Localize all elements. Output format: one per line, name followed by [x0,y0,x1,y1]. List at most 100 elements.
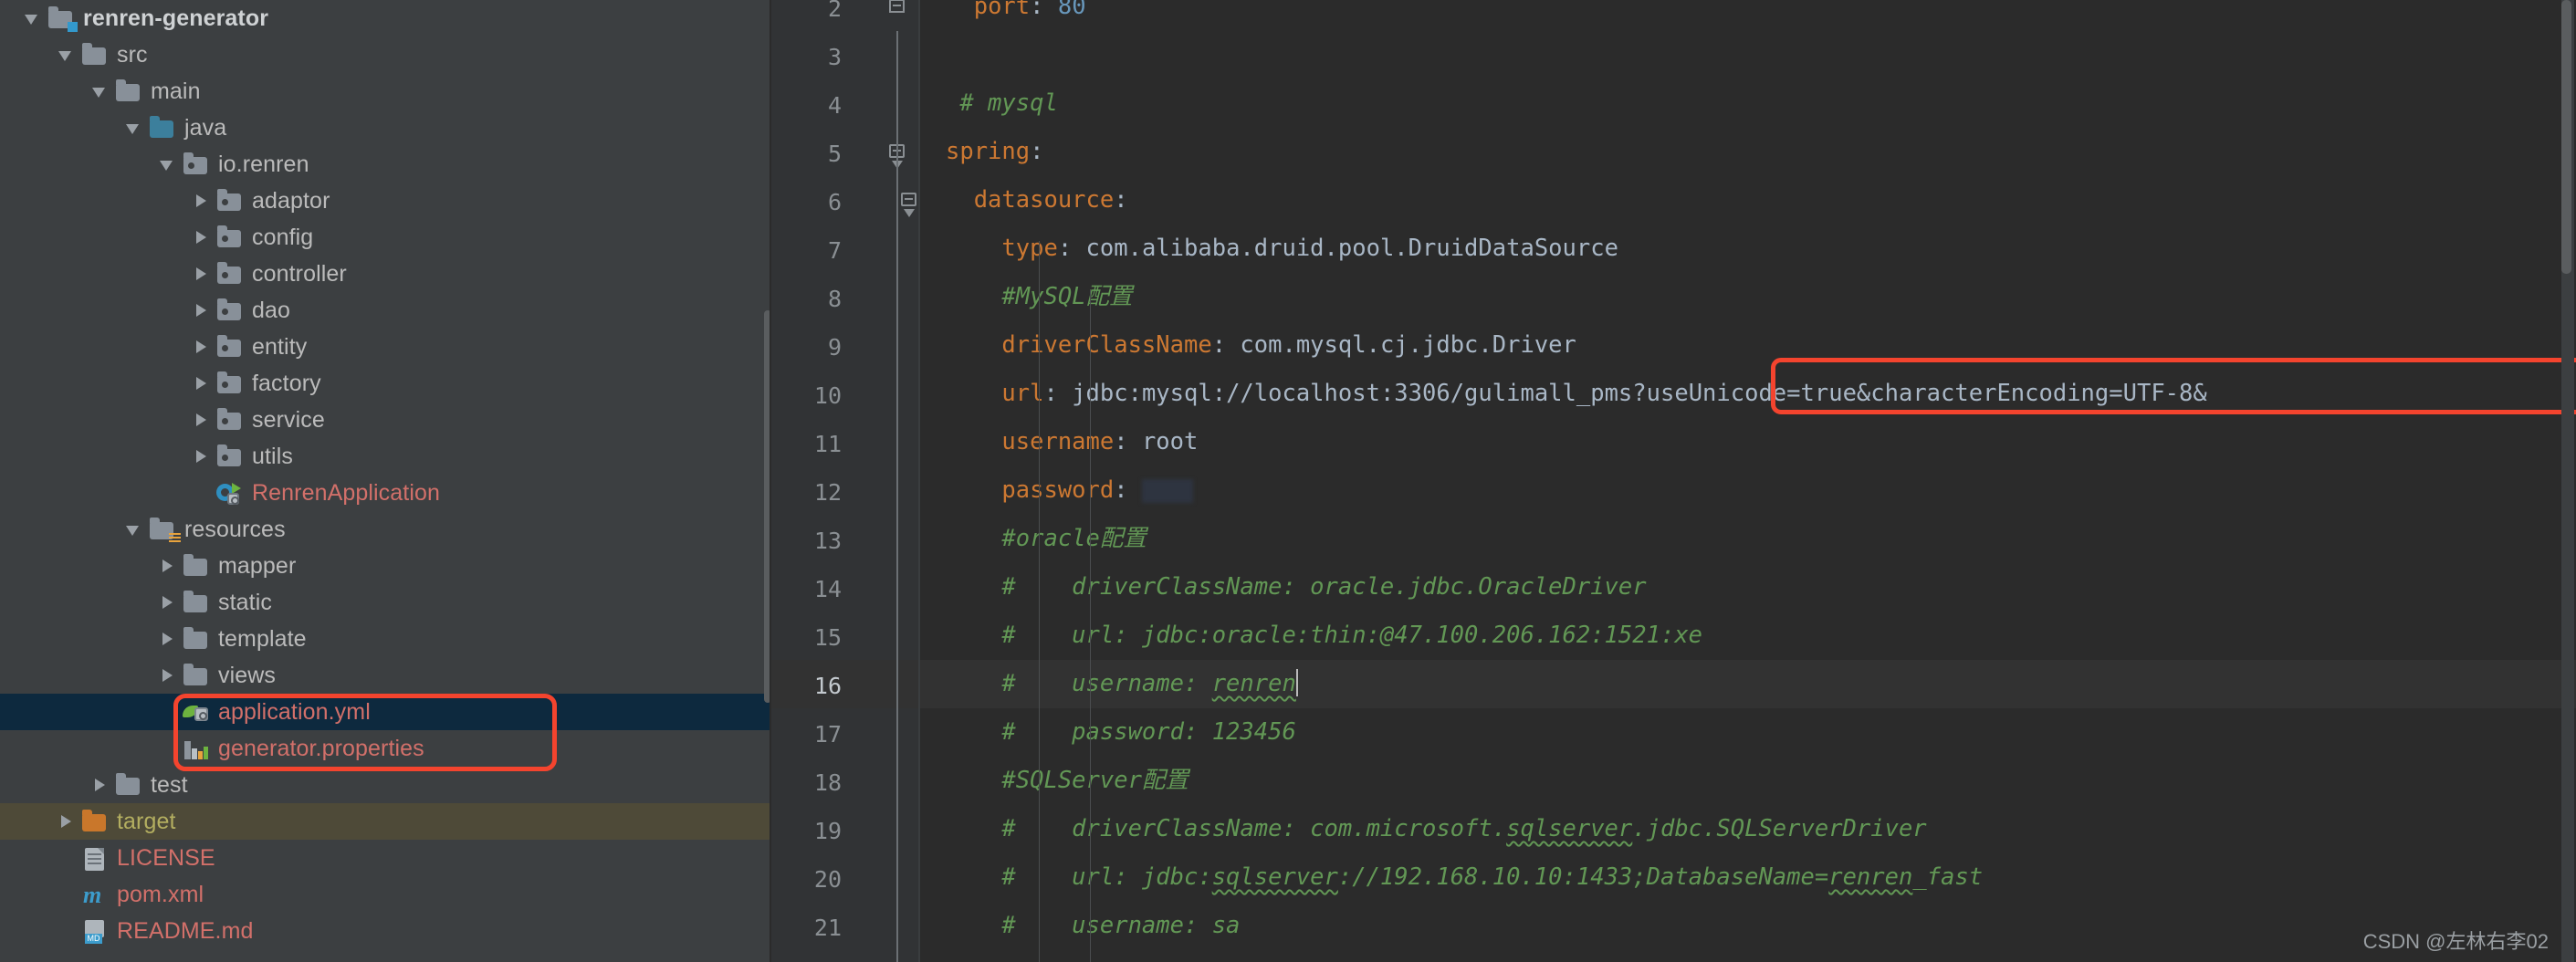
chevron-right-icon[interactable] [155,554,179,578]
chevron-right-icon[interactable] [155,591,179,614]
tree-item-renren-generator[interactable]: renren-generator [0,0,771,37]
line-number: 3 [827,44,842,70]
package-icon [216,444,244,469]
chevron-right-icon[interactable] [189,262,213,286]
tree-item-service[interactable]: service [0,402,771,438]
code-fold-toggle[interactable] [887,0,907,16]
line-number: 11 [813,431,842,457]
chevron-down-icon[interactable] [121,116,145,140]
code-line[interactable]: url: jdbc:mysql://localhost:3306/gulimal… [920,370,2206,418]
chevron-down-icon[interactable] [54,43,78,67]
tree-item-template[interactable]: template [0,621,771,657]
code-line[interactable]: password: [920,466,1193,515]
code-fold-toggle[interactable] [899,190,919,217]
line-number: 12 [813,479,842,506]
chevron-right-icon[interactable] [54,810,78,833]
tree-item-factory[interactable]: factory [0,365,771,402]
tree-item-label: dao [252,297,291,323]
tree-item-target[interactable]: target [0,803,771,840]
chevron-right-icon[interactable] [189,189,213,213]
tree-item-dao[interactable]: dao [0,292,771,329]
code-line[interactable]: # url: jdbc:oracle:thin:@47.100.206.162:… [920,612,1702,660]
markdown-icon: MD [81,918,109,944]
code-line[interactable]: #SQLServer配置 [920,757,1189,805]
tree-item-label: views [218,662,277,688]
watermark-text: CSDN @左林右李02 [2362,930,2549,953]
code-token: driverClassName [946,331,1212,359]
tree-item-test[interactable]: test [0,767,771,803]
tree-item-main[interactable]: main [0,73,771,110]
code-line[interactable]: # mysql [920,79,1057,128]
editor-scrollbar-thumb[interactable] [2561,0,2571,274]
chevron-right-icon[interactable] [155,627,179,651]
code-content[interactable]: port: 80 # mysql spring: datasource: type… [920,0,2576,962]
tree-item-views[interactable]: views [0,657,771,694]
tree-item-static[interactable]: static [0,584,771,621]
tree-item-pom-xml[interactable]: m pom.xml [0,876,771,913]
chevron-right-icon[interactable] [189,408,213,432]
module-folder-icon [47,5,78,32]
code-token: renren [1828,863,1913,891]
tree-item-io-renren[interactable]: io.renren [0,146,771,183]
tree-item-utils[interactable]: utils [0,438,771,475]
target-folder-icon [81,809,109,834]
editor-scrollbar-track[interactable] [2561,0,2574,962]
fold-region-rail [896,853,898,902]
chevron-right-icon[interactable] [155,664,179,687]
tree-item-entity[interactable]: entity [0,329,771,365]
tree-item-resources[interactable]: resources [0,511,771,548]
package-icon [216,188,244,214]
chevron-right-icon[interactable] [189,444,213,468]
chevron-right-icon[interactable] [189,371,213,395]
tree-item-label: controller [252,260,347,287]
tree-item-controller[interactable]: controller [0,256,771,292]
code-line[interactable]: type: com.alibaba.druid.pool.DruidDataSo… [920,225,1618,273]
chevron-down-icon[interactable] [20,6,44,30]
tree-item-adaptor[interactable]: adaptor [0,183,771,219]
tree-item-license[interactable]: LICENSE [0,840,771,876]
code-line[interactable]: # username: renren [920,660,1298,708]
tree-item-renrenapplication[interactable]: RenrenApplication [0,475,771,511]
chevron-right-icon[interactable] [189,298,213,322]
chevron-down-icon[interactable] [155,152,179,176]
tree-item-config[interactable]: config [0,219,771,256]
code-line[interactable]: spring: [920,128,1043,176]
code-line[interactable] [920,31,946,79]
editor-gutter[interactable]: 2345678910111213141516171819202122 [771,0,920,962]
code-line[interactable]: # driverClassName: com.microsoft.sqlserv… [920,805,1926,853]
tree-item-generator-properties[interactable]: generator.properties [0,730,771,767]
fold-region-rail [896,950,898,962]
code-line[interactable]: #oracle配置 [920,515,1146,563]
line-number: 6 [827,189,842,215]
chevron-right-icon[interactable] [189,225,213,249]
chevron-down-icon[interactable] [121,518,145,541]
tree-item-readme-md[interactable]: MD README.md [0,913,771,949]
code-token: port [973,0,1031,20]
tree-item-application-yml[interactable]: application.yml [0,694,771,730]
tree-item-java[interactable]: java [0,110,771,146]
project-tree-panel[interactable]: renren-generator src main java io.renren adap… [0,0,771,962]
package-icon [216,334,244,360]
code-line[interactable]: #MySQL配置 [920,273,1132,321]
code-line[interactable]: username: root [920,418,1198,466]
code-token: : [1030,0,1058,20]
code-line[interactable]: # url: jdbc:sqlserver://192.168.10.10:14… [920,853,1983,902]
code-token: com.mysql.cj.jdbc.Driver [1240,331,1576,359]
tree-item-src[interactable]: src [0,37,771,73]
chevron-right-icon[interactable] [189,335,213,359]
chevron-right-icon[interactable] [88,773,111,797]
chevron-down-icon[interactable] [88,79,111,103]
code-line[interactable]: datasource: [920,176,1128,225]
code-editor[interactable]: 2345678910111213141516171819202122 port:… [771,0,2576,962]
code-line[interactable]: # password: 123456 [920,950,1295,962]
code-line[interactable]: # password: 123456 [920,708,1295,757]
code-line[interactable]: driverClassName: com.mysql.cj.jdbc.Drive… [920,321,1576,370]
code-line[interactable]: # username: sa [920,902,1240,950]
code-line[interactable]: port: 80 [920,0,1086,31]
code-token: root [1141,428,1199,455]
tree-item-mapper[interactable]: mapper [0,548,771,584]
code-line[interactable]: # driverClassName: oracle.jdbc.OracleDri… [920,563,1646,612]
